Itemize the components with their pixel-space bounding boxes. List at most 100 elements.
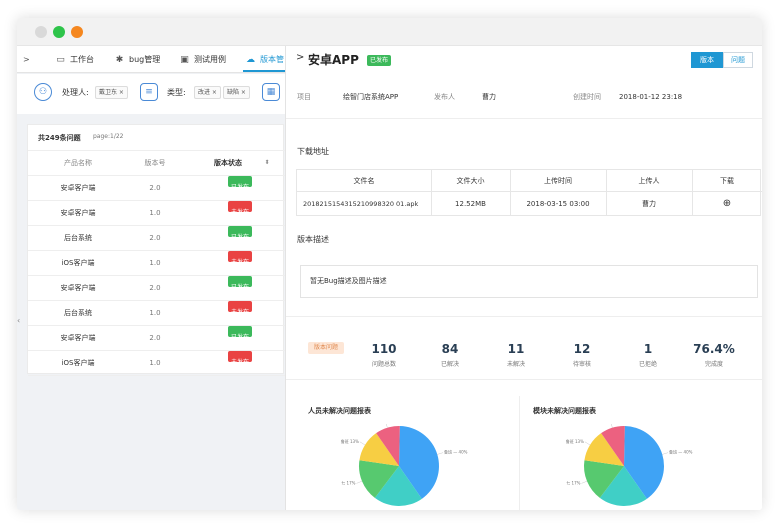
back-arrow-icon[interactable]: > bbox=[296, 52, 304, 63]
type-tag-defect[interactable]: 缺陷 × bbox=[223, 86, 250, 99]
created-label: 创建时间 bbox=[573, 93, 601, 101]
assignee-label: 处理人: bbox=[62, 88, 89, 97]
column-version: 版本号 bbox=[144, 159, 166, 167]
module-pie-chart: 鲁班 — 40%鲁班七 17%鲁班 13%鲁班七 0% bbox=[566, 424, 693, 506]
chart-divider bbox=[519, 396, 520, 510]
pie-label-leader bbox=[359, 441, 366, 446]
file-name[interactable]: 2018215154315210998320 01.apk bbox=[303, 193, 418, 215]
description-box: 暂无Bug描述及图片描述 bbox=[300, 265, 758, 298]
table-row[interactable]: 安卓客户端 2.0 已发布 bbox=[28, 326, 285, 351]
status-badge: 未发布 bbox=[228, 301, 253, 316]
nav-collapse-arrow[interactable]: > bbox=[23, 46, 30, 73]
version-number: 1.0 bbox=[149, 209, 161, 217]
window-dot-gray[interactable] bbox=[35, 26, 47, 38]
column-filename: 文件名 bbox=[353, 177, 375, 185]
stat-pending: 12 待审核 bbox=[552, 342, 612, 368]
stat-unresolved: 11 未解决 bbox=[486, 342, 546, 368]
stat-total: 110 问题总数 bbox=[354, 342, 414, 368]
table-row[interactable]: iOS客户端 1.0 未发布 bbox=[28, 351, 285, 376]
pie-slice-label: 鲁班 — 40% bbox=[669, 449, 693, 455]
stat-value: 1 bbox=[643, 342, 653, 356]
sort-icon[interactable]: ⬍ bbox=[262, 151, 272, 175]
product-name: 后台系统 bbox=[64, 234, 92, 242]
testcase-icon: ▣ bbox=[180, 55, 189, 65]
app-window: > ▭ 工作台 ✱ bug管理 ▣ 测试用例 ☁ 版本管 ⚇ 处理人: 戴卫东 × ≡ … bbox=[17, 18, 762, 510]
calendar-filter-icon[interactable]: ▦ bbox=[262, 83, 280, 101]
nav-label: 工作台 bbox=[70, 55, 94, 64]
tab-version[interactable]: 版本 bbox=[691, 52, 723, 68]
description-section-title: 版本描述 bbox=[297, 235, 329, 244]
tag-label: 改进 bbox=[198, 89, 211, 96]
download-section-title: 下载地址 bbox=[297, 147, 329, 156]
table-column-header: 产品名称 版本号 版本状态 ⬍ bbox=[28, 151, 285, 176]
issue-count: 共249条问题 bbox=[38, 134, 81, 142]
table-row[interactable]: 安卓客户端 2.0 已发布 bbox=[28, 276, 285, 301]
status-badge: 已发布 bbox=[228, 226, 253, 241]
publisher-value: 曹力 bbox=[482, 93, 496, 101]
version-number: 2.0 bbox=[149, 184, 161, 192]
nav-item-bug[interactable]: ✱ bug管理 bbox=[114, 46, 161, 73]
stat-label: 未解决 bbox=[506, 361, 525, 368]
active-tab-underline bbox=[243, 70, 285, 72]
divider bbox=[286, 118, 762, 119]
product-name: iOS客户端 bbox=[61, 259, 95, 267]
uploader: 曹力 bbox=[642, 200, 656, 208]
column-uploadtime: 上传时间 bbox=[544, 177, 572, 185]
pie-slice-label: 鲁班 — 40% bbox=[444, 449, 468, 455]
product-name: 后台系统 bbox=[64, 309, 92, 317]
detail-header: > 安卓APP 已发布 版本 问题 bbox=[286, 46, 762, 75]
stat-label: 完成度 bbox=[704, 361, 723, 368]
table-row[interactable]: iOS客户端 1.0 未发布 bbox=[28, 251, 285, 276]
status-badge: 已发布 bbox=[228, 176, 253, 191]
pie-label-leader bbox=[386, 424, 388, 428]
stat-value: 110 bbox=[371, 342, 397, 356]
pie-slice-label: 鲁班 13% bbox=[566, 438, 584, 444]
user-filter-icon[interactable]: ⚇ bbox=[34, 83, 52, 101]
title-bar bbox=[17, 18, 762, 46]
nav-label: 版本管 bbox=[260, 55, 284, 64]
person-pie-chart: 鲁班 — 40%鲁班七 17%鲁班 13%鲁班七 0% bbox=[341, 424, 468, 506]
monitor-icon: ▭ bbox=[56, 55, 65, 65]
table-row[interactable]: 安卓客户端 2.0 已发布 bbox=[28, 176, 285, 201]
pie-label-leader bbox=[611, 424, 613, 428]
stat-value: 11 bbox=[507, 342, 525, 356]
assignee-tag[interactable]: 戴卫东 × bbox=[95, 86, 128, 99]
table-row[interactable]: 后台系统 2.0 已发布 bbox=[28, 226, 285, 251]
upload-time: 2018-03-15 03:00 bbox=[526, 200, 590, 208]
product-name: 安卓客户端 bbox=[60, 184, 96, 192]
download-icon[interactable]: ⊕ bbox=[692, 193, 762, 215]
left-collapse-icon[interactable]: ‹ bbox=[17, 316, 23, 340]
stat-label: 已解决 bbox=[440, 361, 459, 368]
nav-item-workbench[interactable]: ▭ 工作台 bbox=[55, 46, 94, 73]
type-filter-icon[interactable]: ≡ bbox=[140, 83, 158, 101]
nav-item-version[interactable]: ☁ 版本管 bbox=[245, 46, 284, 73]
page-indicator: page:1/22 bbox=[93, 133, 124, 140]
nav-label: bug管理 bbox=[129, 55, 161, 64]
column-status: 版本状态 bbox=[214, 159, 242, 167]
type-label: 类型: bbox=[167, 88, 186, 97]
stat-rejected: 1 已拒绝 bbox=[618, 342, 678, 368]
issue-table-header: 共249条问题 page:1/22 bbox=[28, 125, 285, 151]
table-row[interactable]: 后台系统 1.0 未发布 bbox=[28, 301, 285, 326]
nav-item-testcase[interactable]: ▣ 测试用例 bbox=[179, 46, 226, 73]
column-download: 下载 bbox=[720, 177, 734, 185]
tag-label: 缺陷 bbox=[227, 89, 240, 96]
version-number: 2.0 bbox=[149, 234, 161, 242]
person-chart-title: 人员未解决问题报表 bbox=[308, 407, 371, 415]
tab-issues[interactable]: 问题 bbox=[723, 52, 753, 68]
divider bbox=[286, 316, 762, 317]
type-tag-improve[interactable]: 改进 × bbox=[194, 86, 221, 99]
window-dot-orange[interactable] bbox=[71, 26, 83, 38]
window-dot-green[interactable] bbox=[53, 26, 65, 38]
bug-icon: ✱ bbox=[115, 55, 124, 65]
project-label: 项目 bbox=[297, 93, 311, 101]
filter-bar: ⚇ 处理人: 戴卫东 × ≡ 类型: 改进 × 缺陷 × ▦ bbox=[17, 74, 285, 114]
pie-slice-label: 鲁班七 17% bbox=[341, 479, 356, 485]
divider bbox=[286, 379, 762, 380]
version-number: 1.0 bbox=[149, 359, 161, 367]
download-table: 文件名 文件大小 上传时间 上传人 下载 2018215154315210998… bbox=[296, 169, 762, 216]
version-info-row: 项目 绘智门店系统APP 发布人 曹力 创建时间 2018-01-12 23:1… bbox=[286, 86, 762, 108]
table-row[interactable]: 安卓客户端 1.0 未发布 bbox=[28, 201, 285, 226]
top-nav: > ▭ 工作台 ✱ bug管理 ▣ 测试用例 ☁ 版本管 bbox=[17, 46, 285, 73]
file-size: 12.52MB bbox=[455, 200, 486, 208]
